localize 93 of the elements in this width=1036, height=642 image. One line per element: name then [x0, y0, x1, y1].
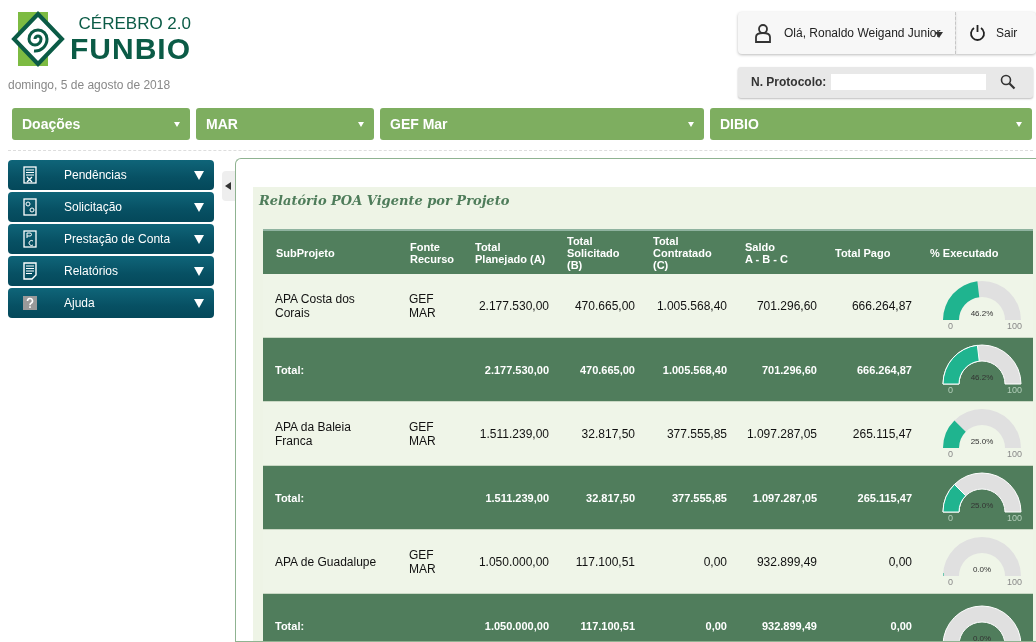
- logo-subtitle: CÉREBRO 2.0: [78, 14, 191, 34]
- table-cell: 2.177.530,00: [470, 337, 562, 402]
- table-cell: APA da Baleia Franca: [263, 401, 405, 466]
- scale-label: 100: [1006, 384, 1022, 396]
- gauge-reading: 46.2%: [969, 371, 995, 384]
- caret-icon: [1016, 121, 1022, 127]
- scale-label: 0: [948, 448, 953, 460]
- column-header: SubProjeto: [263, 230, 405, 274]
- document-icon: [22, 230, 38, 248]
- column-header: Total Planejado (A): [470, 230, 562, 274]
- search-icon: [1000, 74, 1017, 91]
- scale-label: 0: [948, 320, 953, 332]
- logo-name: FUNBIO: [70, 34, 191, 64]
- scale-label: 100: [1006, 448, 1022, 460]
- total-label: Total:: [263, 593, 405, 641]
- table-cell: 1.005.568,40: [648, 337, 740, 402]
- caret-icon: [358, 121, 364, 127]
- gauge-reading: 46.2%: [969, 307, 995, 320]
- table-cell: 2.177.530,00: [470, 274, 562, 338]
- caret-icon: [194, 234, 204, 244]
- table-cell: 0,00: [830, 529, 925, 594]
- table-cell: 470.665,00: [562, 337, 648, 402]
- total-label: Total:: [263, 337, 405, 402]
- search-button[interactable]: [1000, 74, 1017, 91]
- help-icon: [22, 294, 38, 312]
- gauge-reading: 0.0%: [971, 563, 993, 576]
- table-cell: 0,00: [830, 593, 925, 641]
- logo-icon: [10, 10, 66, 68]
- table-cell: APA Costa dos Corais: [263, 274, 405, 338]
- scale-label: 100: [1006, 576, 1022, 588]
- sidebar-item[interactable]: Ajuda: [8, 288, 214, 318]
- caret-icon: [194, 266, 204, 276]
- table-cell: 117.100,51: [562, 593, 648, 641]
- column-header: Total Contratado (C): [648, 230, 740, 274]
- user-icon: [754, 22, 772, 43]
- table-cell: 701.296,60: [740, 274, 830, 338]
- total-label: Total:: [263, 465, 405, 530]
- caret-icon: [194, 170, 204, 180]
- table-cell: GEF MAR: [405, 529, 470, 594]
- table-cell: 377.555,85: [648, 401, 740, 466]
- table-cell: 1.097.287,05: [740, 465, 830, 530]
- column-header: Saldo A - B - C: [740, 230, 830, 274]
- table-cell: 1.511.239,00: [470, 465, 562, 530]
- scale-label: 100: [1006, 320, 1022, 332]
- document-icon: [22, 262, 38, 280]
- caret-icon: [174, 121, 180, 127]
- gauge-reading: 25.0%: [969, 435, 995, 448]
- table-cell: 932.899,49: [740, 529, 830, 594]
- power-icon: [969, 24, 986, 42]
- column-header: Fonte Recurso: [405, 230, 470, 274]
- column-header: Total Pago: [830, 230, 925, 274]
- scale-label: 100: [1006, 512, 1022, 524]
- caret-icon: [194, 202, 204, 212]
- table-cell: 1.050.000,00: [470, 529, 562, 594]
- table-cell: GEF MAR: [405, 401, 470, 466]
- column-header: % Executado: [925, 230, 1033, 274]
- table-cell: 0,00: [648, 593, 740, 641]
- table-cell: 1.005.568,40: [648, 274, 740, 338]
- table-cell: 701.296,60: [740, 337, 830, 402]
- gauge-reading: 25.0%: [969, 499, 995, 512]
- sidebar-item[interactable]: Prestação de Conta: [8, 224, 214, 254]
- table-cell: 666.264,87: [830, 337, 925, 402]
- table-cell: GEF MAR: [405, 274, 470, 338]
- logout-button[interactable]: Sair: [955, 12, 1036, 54]
- table-cell: 32.817,50: [562, 401, 648, 466]
- table-cell: 666.264,87: [830, 274, 925, 338]
- scale-label: 0: [948, 384, 953, 396]
- table-cell: 1.097.287,05: [740, 401, 830, 466]
- column-header: Total Solicitado (B): [562, 230, 648, 274]
- sidebar-item[interactable]: Solicitação: [8, 192, 214, 222]
- report-title: Relatório POA Vigente por Projeto: [259, 193, 511, 208]
- table-cell: 932.899,49: [740, 593, 830, 641]
- table-cell: APA de Guadalupe: [263, 529, 405, 594]
- table-cell: 265.115,47: [830, 465, 925, 530]
- caret-icon: [688, 121, 694, 127]
- sidebar-item[interactable]: Pendências: [8, 160, 214, 190]
- table-cell: 265.115,47: [830, 401, 925, 466]
- table-cell: 32.817,50: [562, 465, 648, 530]
- table-cell: 377.555,85: [648, 465, 740, 530]
- table-cell: 1.050.000,00: [470, 593, 562, 641]
- protocol-label: N. Protocolo:: [751, 75, 827, 90]
- collapse-tab[interactable]: [222, 171, 235, 201]
- table-cell: 1.511.239,00: [470, 401, 562, 466]
- scale-label: 0: [948, 512, 953, 524]
- date-text: domingo, 5 de agosto de 2018: [8, 78, 172, 92]
- scale-label: 0: [948, 576, 953, 588]
- table-cell: 117.100,51: [562, 529, 648, 594]
- document-icon: [22, 198, 38, 216]
- document-icon: [22, 166, 38, 184]
- table-cell: 470.665,00: [562, 274, 648, 338]
- caret-icon: [194, 298, 204, 308]
- sidebar-item[interactable]: Relatórios: [8, 256, 214, 286]
- table-cell: 0,00: [648, 529, 740, 594]
